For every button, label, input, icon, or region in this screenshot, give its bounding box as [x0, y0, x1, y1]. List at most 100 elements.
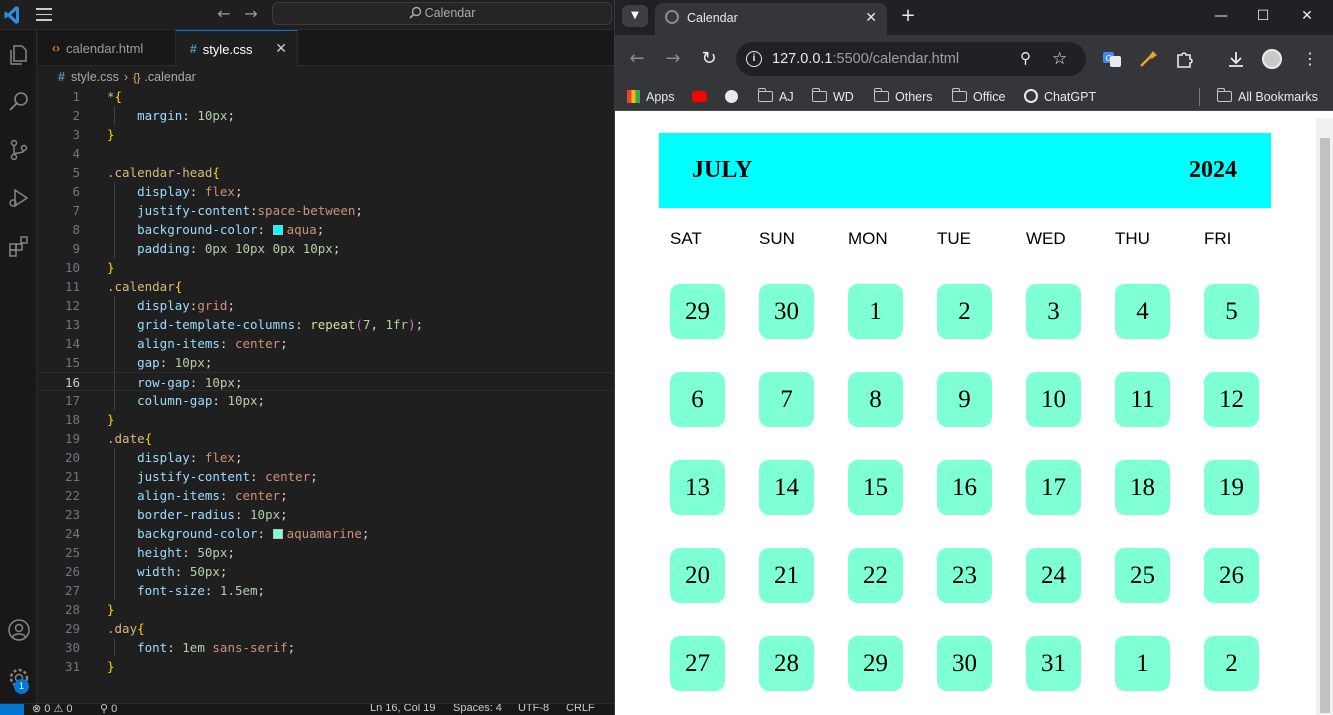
code-line[interactable]: 7 justify-content:space-between;	[38, 201, 614, 220]
bookmark-star-icon[interactable]: ☆	[1052, 42, 1067, 76]
date-cell: 26	[1204, 548, 1259, 603]
breadcrumb-symbol[interactable]: .calendar	[144, 70, 195, 84]
maximize-icon[interactable]: ☐	[1241, 4, 1285, 28]
code-line[interactable]: 20 display: flex;	[38, 448, 614, 467]
close-tab-icon[interactable]: ✕	[275, 40, 287, 57]
code-line[interactable]: 1 *{	[38, 87, 614, 106]
bookmark-folder-aj[interactable]: AJ	[757, 87, 794, 107]
code-line[interactable]: 28}	[38, 600, 614, 619]
problems-indicator[interactable]: ⊗ 0 ⚠ 0	[32, 704, 73, 715]
code-line[interactable]: 16 row-gap: 10px;	[38, 372, 614, 391]
code-line[interactable]: 12 display:grid;	[38, 296, 614, 315]
dropper-extension-icon[interactable]	[1138, 49, 1158, 69]
back-arrow-icon[interactable]: ←	[625, 47, 649, 71]
bookmark-folder-office[interactable]: Office	[951, 87, 1005, 107]
code-line[interactable]: 11 .calendar{	[38, 277, 614, 296]
code-line[interactable]: 10}	[38, 258, 614, 277]
breadcrumb-file[interactable]: style.css	[71, 70, 119, 84]
date-cell: 29	[848, 636, 903, 691]
extensions-icon[interactable]	[0, 226, 37, 266]
code-line[interactable]: 30 font: 1em sans-serif;	[38, 638, 614, 657]
code-line[interactable]: 6 display: flex;	[38, 182, 614, 201]
remote-indicator[interactable]	[0, 704, 24, 715]
code-line[interactable]: 2 margin: 10px;	[38, 106, 614, 125]
site-info-icon[interactable]: i	[746, 51, 762, 67]
scrollbar-thumb[interactable]	[1320, 138, 1330, 713]
code-line[interactable]: 31}	[38, 657, 614, 676]
encoding[interactable]: UTF-8	[518, 704, 549, 714]
close-window-icon[interactable]: ✕	[1285, 4, 1329, 28]
code-line[interactable]: 9 padding: 0px 10px 0px 10px;	[38, 239, 614, 258]
bookmark-apps[interactable]: Apps	[627, 87, 675, 107]
indentation[interactable]: Spaces: 4	[453, 704, 502, 714]
code-editor[interactable]: 1 *{2 margin: 10px; 3} 4 5 .calendar-head{6 d…	[38, 87, 614, 690]
menu-icon[interactable]	[36, 8, 52, 22]
translate-extension-icon[interactable]: G	[1102, 49, 1122, 69]
css-file-icon: #	[58, 70, 65, 84]
more-menu-icon[interactable]: ⋮	[1298, 47, 1322, 71]
bookmark-chatgpt[interactable]: ChatGPT	[1024, 87, 1096, 107]
weekday-label: SAT	[670, 229, 702, 248]
code-line[interactable]: 15 gap: 10px;	[38, 353, 614, 372]
forward-arrow-icon[interactable]: →	[242, 5, 260, 23]
command-center-label: Calendar	[424, 6, 476, 20]
apps-grid-icon	[627, 90, 640, 103]
line-endings[interactable]: CRLF	[566, 704, 595, 714]
bookmark-folder-others[interactable]: Others	[873, 87, 933, 107]
tab-calendar-html[interactable]: ‹› calendar.html	[38, 30, 176, 66]
code-line[interactable]: 27 font-size: 1.5em;	[38, 581, 614, 600]
code-line[interactable]: 29 .day{	[38, 619, 614, 638]
bookmark-youtube[interactable]	[692, 87, 707, 107]
url-text: 127.0.0.1:5500/calendar.html	[772, 51, 960, 67]
download-icon[interactable]	[1226, 49, 1246, 69]
tab-search-chevron-icon[interactable]: ▼	[622, 5, 648, 27]
code-line[interactable]: 18}	[38, 410, 614, 429]
zoom-search-icon[interactable]: ⚲	[1020, 42, 1031, 76]
code-line[interactable]: 23 border-radius: 10px;	[38, 505, 614, 524]
code-line[interactable]: 22 align-items: center;	[38, 486, 614, 505]
tab-style-css[interactable]: # style.css ✕	[176, 30, 298, 67]
page-scrollbar[interactable]	[1316, 118, 1333, 715]
command-center-search[interactable]: Calendar	[272, 2, 612, 25]
back-arrow-icon[interactable]: ←	[215, 5, 233, 23]
code-line[interactable]: 3}	[38, 125, 614, 144]
code-line[interactable]: 8 background-color: aqua;	[38, 220, 614, 239]
code-line[interactable]: 19 .date{	[38, 429, 614, 448]
ports-indicator[interactable]: ⚲ 0	[100, 704, 117, 715]
all-bookmarks-button[interactable]: All Bookmarks	[1216, 87, 1318, 107]
new-tab-plus-icon[interactable]: +	[897, 5, 919, 27]
line-number: 28	[64, 602, 80, 617]
bookmark-github[interactable]	[725, 87, 738, 107]
code-line[interactable]: 13 grid-template-columns: repeat(7, 1fr)…	[38, 315, 614, 334]
address-bar[interactable]: i 127.0.0.1:5500/calendar.html ⚲ ☆	[736, 42, 1086, 76]
profile-avatar[interactable]	[1262, 49, 1282, 69]
browser-tab-calendar[interactable]: Calendar ✕	[655, 3, 887, 35]
minimize-icon[interactable]: —	[1199, 4, 1243, 28]
code-line[interactable]: 17 column-gap: 10px;	[38, 391, 614, 410]
code-line[interactable]: 14 align-items: center;	[38, 334, 614, 353]
date-cell: 30	[759, 284, 814, 339]
folder-icon	[951, 88, 967, 102]
line-number: 6	[72, 184, 80, 199]
code-line[interactable]: 26 width: 50px;	[38, 562, 614, 581]
bookmarks-divider	[1199, 88, 1200, 106]
reload-icon[interactable]: ↻	[697, 47, 721, 71]
code-line[interactable]: 24 background-color: aquamarine;	[38, 524, 614, 543]
explorer-icon[interactable]	[0, 35, 37, 75]
cursor-position[interactable]: Ln 16, Col 19	[370, 704, 435, 714]
search-view-icon[interactable]	[0, 82, 37, 122]
code-text: display:grid;	[137, 298, 235, 313]
code-line[interactable]: 5 .calendar-head{	[38, 163, 614, 182]
code-line[interactable]: 25 height: 50px;	[38, 543, 614, 562]
accounts-icon[interactable]	[0, 610, 37, 650]
line-number: 19	[64, 431, 80, 446]
code-text: width: 50px;	[137, 564, 228, 579]
code-line[interactable]: 21 justify-content: center;	[38, 467, 614, 486]
run-debug-icon[interactable]	[0, 178, 37, 218]
source-control-icon[interactable]	[0, 130, 37, 170]
forward-arrow-icon[interactable]: →	[661, 47, 685, 71]
code-line[interactable]: 4	[38, 144, 614, 163]
bookmark-folder-wd[interactable]: WD	[811, 87, 854, 107]
close-tab-icon[interactable]: ✕	[865, 3, 877, 31]
extensions-puzzle-icon[interactable]	[1174, 49, 1194, 69]
